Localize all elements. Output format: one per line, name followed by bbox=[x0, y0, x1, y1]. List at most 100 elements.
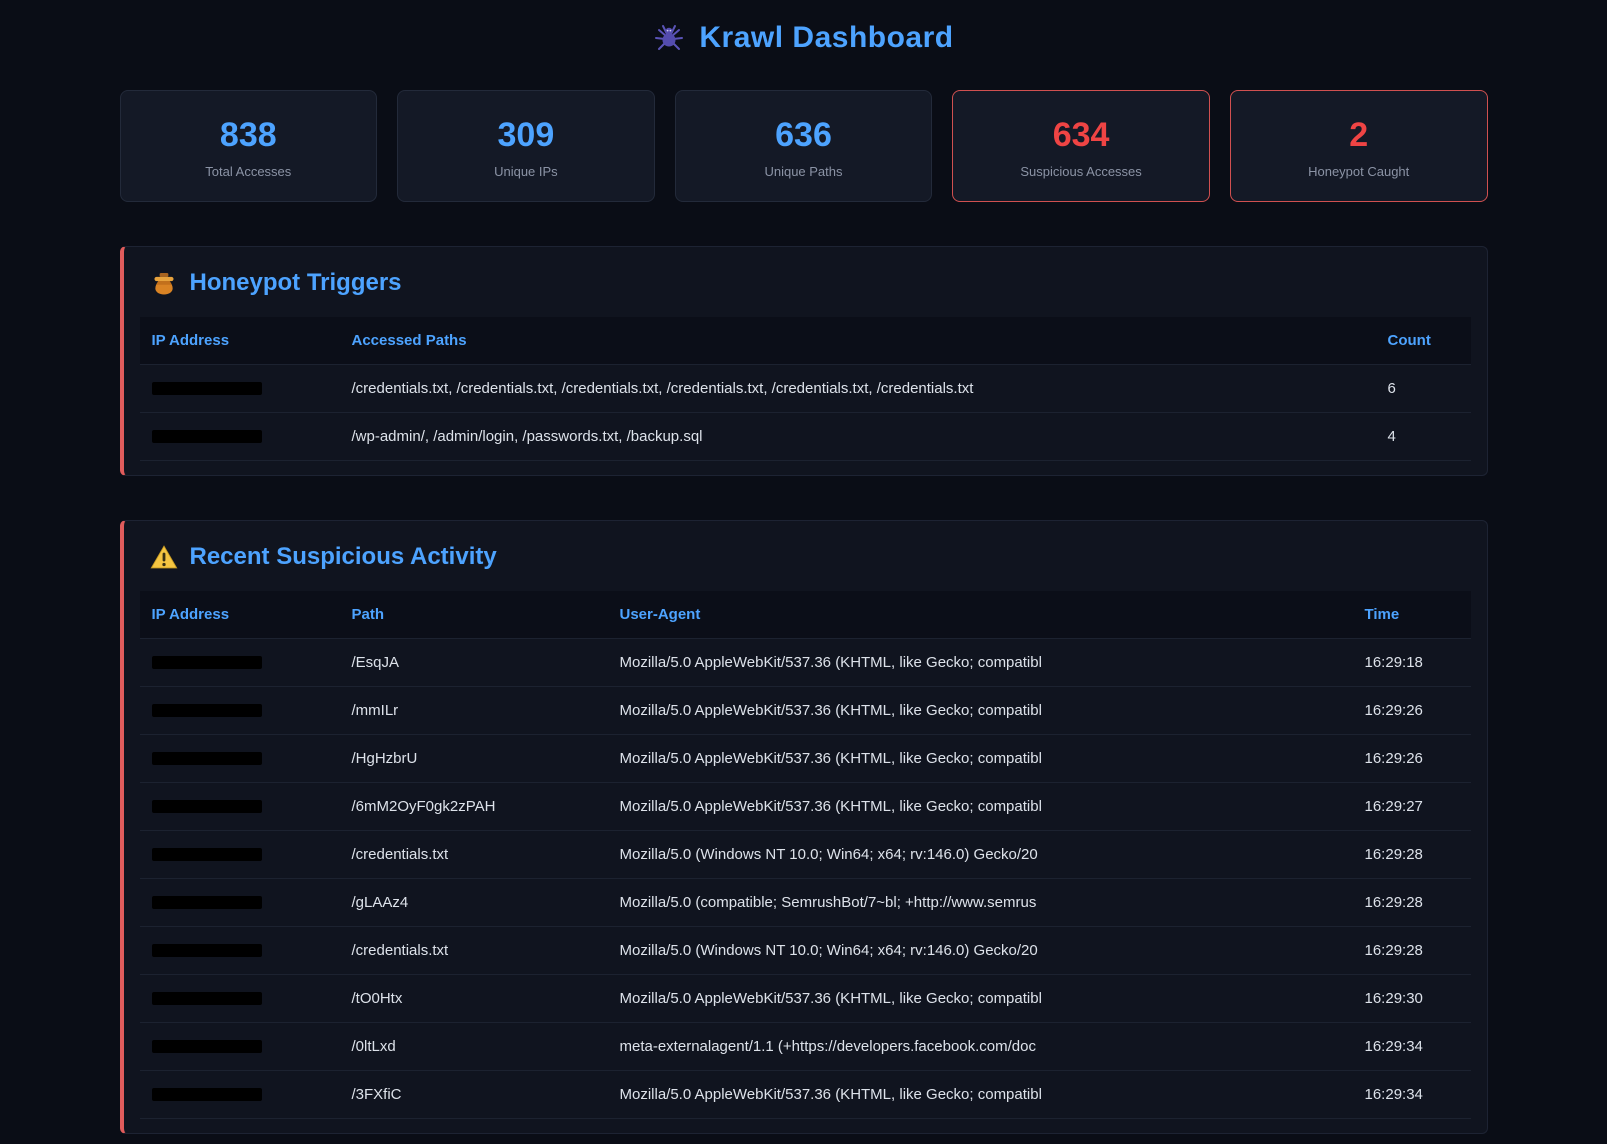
column-header-accessed-paths: Accessed Paths bbox=[340, 317, 1376, 365]
stat-value: 2 bbox=[1241, 117, 1477, 154]
stat-card-total-accesses: 838 Total Accesses bbox=[120, 90, 378, 202]
time-cell: 16:29:26 bbox=[1353, 735, 1471, 783]
suspicious-panel-title-text: Recent Suspicious Activity bbox=[190, 543, 497, 571]
redacted-ip-block bbox=[152, 1040, 262, 1053]
honeypot-table-header-row: IP Address Accessed Paths Count bbox=[140, 317, 1471, 365]
honeypot-panel-title-text: Honeypot Triggers bbox=[190, 269, 402, 297]
stat-label: Unique IPs bbox=[408, 164, 644, 179]
time-cell: 16:29:30 bbox=[1353, 975, 1471, 1023]
table-row: /HgHzbrU Mozilla/5.0 AppleWebKit/537.36 … bbox=[140, 735, 1471, 783]
user-agent-cell: Mozilla/5.0 AppleWebKit/537.36 (KHTML, l… bbox=[608, 1071, 1353, 1119]
time-cell: 16:29:27 bbox=[1353, 783, 1471, 831]
redacted-ip-block bbox=[152, 656, 262, 669]
user-agent-cell: Mozilla/5.0 (Windows NT 10.0; Win64; x64… bbox=[608, 831, 1353, 879]
ip-cell bbox=[140, 927, 340, 975]
column-header-user-agent: User-Agent bbox=[608, 591, 1353, 639]
honeypot-table: IP Address Accessed Paths Count /credent… bbox=[140, 317, 1471, 461]
stat-label: Honeypot Caught bbox=[1241, 164, 1477, 179]
user-agent-cell: Mozilla/5.0 AppleWebKit/537.36 (KHTML, l… bbox=[608, 687, 1353, 735]
user-agent-cell: Mozilla/5.0 AppleWebKit/537.36 (KHTML, l… bbox=[608, 639, 1353, 687]
accessed-paths-cell: /wp-admin/, /admin/login, /passwords.txt… bbox=[340, 413, 1376, 461]
user-agent-cell: Mozilla/5.0 AppleWebKit/537.36 (KHTML, l… bbox=[608, 975, 1353, 1023]
stat-value: 838 bbox=[131, 117, 367, 154]
honeypot-icon bbox=[150, 269, 178, 297]
stat-label: Total Accesses bbox=[131, 164, 367, 179]
table-row: /3FXfiC Mozilla/5.0 AppleWebKit/537.36 (… bbox=[140, 1071, 1471, 1119]
table-row: /tO0Htx Mozilla/5.0 AppleWebKit/537.36 (… bbox=[140, 975, 1471, 1023]
table-row: /EsqJA Mozilla/5.0 AppleWebKit/537.36 (K… bbox=[140, 639, 1471, 687]
ip-cell bbox=[140, 831, 340, 879]
ip-cell bbox=[140, 1071, 340, 1119]
ip-cell bbox=[140, 365, 340, 413]
stat-label: Suspicious Accesses bbox=[963, 164, 1199, 179]
warning-icon bbox=[150, 543, 178, 571]
user-agent-cell: Mozilla/5.0 AppleWebKit/537.36 (KHTML, l… bbox=[608, 783, 1353, 831]
count-cell: 4 bbox=[1376, 413, 1471, 461]
column-header-ip-address: IP Address bbox=[140, 591, 340, 639]
honeypot-table-body: /credentials.txt, /credentials.txt, /cre… bbox=[140, 365, 1471, 461]
accessed-paths-cell: /credentials.txt, /credentials.txt, /cre… bbox=[340, 365, 1376, 413]
user-agent-cell: Mozilla/5.0 (Windows NT 10.0; Win64; x64… bbox=[608, 927, 1353, 975]
ip-cell bbox=[140, 783, 340, 831]
table-row: /credentials.txt Mozilla/5.0 (Windows NT… bbox=[140, 831, 1471, 879]
ip-cell bbox=[140, 879, 340, 927]
redacted-ip-block bbox=[152, 752, 262, 765]
path-cell: /HgHzbrU bbox=[340, 735, 608, 783]
path-cell: /mmILr bbox=[340, 687, 608, 735]
user-agent-cell: Mozilla/5.0 (compatible; SemrushBot/7~bl… bbox=[608, 879, 1353, 927]
stat-value: 636 bbox=[686, 117, 922, 154]
redacted-ip-block bbox=[152, 430, 262, 443]
table-row: /mmILr Mozilla/5.0 AppleWebKit/537.36 (K… bbox=[140, 687, 1471, 735]
user-agent-cell: Mozilla/5.0 AppleWebKit/537.36 (KHTML, l… bbox=[608, 735, 1353, 783]
path-cell: /tO0Htx bbox=[340, 975, 608, 1023]
honeypot-panel-title: Honeypot Triggers bbox=[150, 269, 1471, 297]
ip-cell bbox=[140, 735, 340, 783]
stat-value: 634 bbox=[963, 117, 1199, 154]
user-agent-cell: meta-externalagent/1.1 (+https://develop… bbox=[608, 1023, 1353, 1071]
time-cell: 16:29:26 bbox=[1353, 687, 1471, 735]
page-title: Krawl Dashboard bbox=[699, 21, 953, 55]
stat-card-suspicious-accesses: 634 Suspicious Accesses bbox=[952, 90, 1210, 202]
redacted-ip-block bbox=[152, 382, 262, 395]
redacted-ip-block bbox=[152, 1088, 262, 1101]
count-cell: 6 bbox=[1376, 365, 1471, 413]
column-header-count: Count bbox=[1376, 317, 1471, 365]
honeypot-triggers-panel: Honeypot Triggers IP Address Accessed Pa… bbox=[120, 246, 1488, 476]
stats-row: 838 Total Accesses 309 Unique IPs 636 Un… bbox=[120, 90, 1488, 202]
ip-cell bbox=[140, 975, 340, 1023]
redacted-ip-block bbox=[152, 944, 262, 957]
column-header-ip-address: IP Address bbox=[140, 317, 340, 365]
stat-label: Unique Paths bbox=[686, 164, 922, 179]
time-cell: 16:29:28 bbox=[1353, 927, 1471, 975]
suspicious-table-header-row: IP Address Path User-Agent Time bbox=[140, 591, 1471, 639]
column-header-path: Path bbox=[340, 591, 608, 639]
table-row: /6mM2OyF0gk2zPAH Mozilla/5.0 AppleWebKit… bbox=[140, 783, 1471, 831]
spider-icon bbox=[653, 22, 685, 54]
time-cell: 16:29:28 bbox=[1353, 879, 1471, 927]
table-row: /credentials.txt Mozilla/5.0 (Windows NT… bbox=[140, 927, 1471, 975]
table-row: /wp-admin/, /admin/login, /passwords.txt… bbox=[140, 413, 1471, 461]
stat-value: 309 bbox=[408, 117, 644, 154]
dashboard-container: Krawl Dashboard 838 Total Accesses 309 U… bbox=[120, 0, 1488, 1144]
path-cell: /credentials.txt bbox=[340, 927, 608, 975]
redacted-ip-block bbox=[152, 848, 262, 861]
path-cell: /6mM2OyF0gk2zPAH bbox=[340, 783, 608, 831]
redacted-ip-block bbox=[152, 992, 262, 1005]
path-cell: /gLAAz4 bbox=[340, 879, 608, 927]
suspicious-table: IP Address Path User-Agent Time /EsqJA M… bbox=[140, 591, 1471, 1119]
time-cell: 16:29:28 bbox=[1353, 831, 1471, 879]
redacted-ip-block bbox=[152, 704, 262, 717]
suspicious-activity-panel: Recent Suspicious Activity IP Address Pa… bbox=[120, 520, 1488, 1134]
ip-cell bbox=[140, 687, 340, 735]
column-header-time: Time bbox=[1353, 591, 1471, 639]
path-cell: /3FXfiC bbox=[340, 1071, 608, 1119]
ip-cell bbox=[140, 639, 340, 687]
path-cell: /credentials.txt bbox=[340, 831, 608, 879]
stat-card-unique-paths: 636 Unique Paths bbox=[675, 90, 933, 202]
path-cell: /0ltLxd bbox=[340, 1023, 608, 1071]
stat-card-unique-ips: 309 Unique IPs bbox=[397, 90, 655, 202]
time-cell: 16:29:34 bbox=[1353, 1023, 1471, 1071]
ip-cell bbox=[140, 1023, 340, 1071]
ip-cell bbox=[140, 413, 340, 461]
table-row: /credentials.txt, /credentials.txt, /cre… bbox=[140, 365, 1471, 413]
